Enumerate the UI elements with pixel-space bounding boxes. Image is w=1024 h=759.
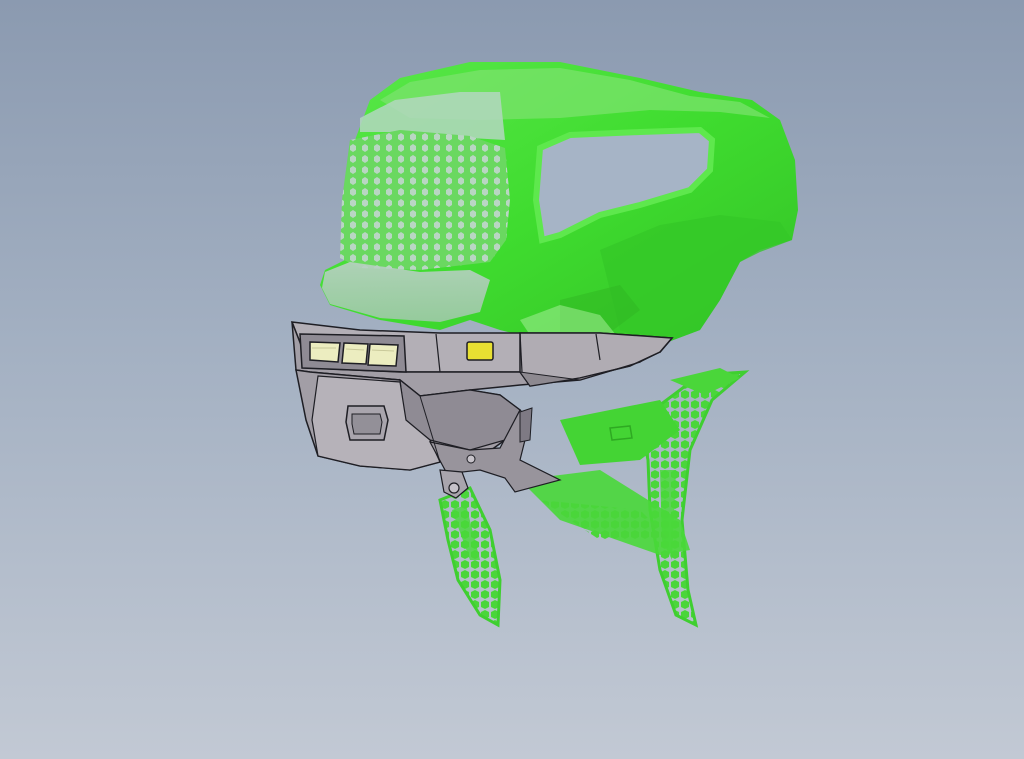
fender-liner-left bbox=[438, 486, 502, 628]
cad-viewport[interactable] bbox=[0, 0, 1024, 759]
vehicle-body-scan bbox=[320, 62, 798, 352]
model-scene[interactable] bbox=[0, 0, 1024, 759]
marker-light bbox=[466, 341, 494, 361]
